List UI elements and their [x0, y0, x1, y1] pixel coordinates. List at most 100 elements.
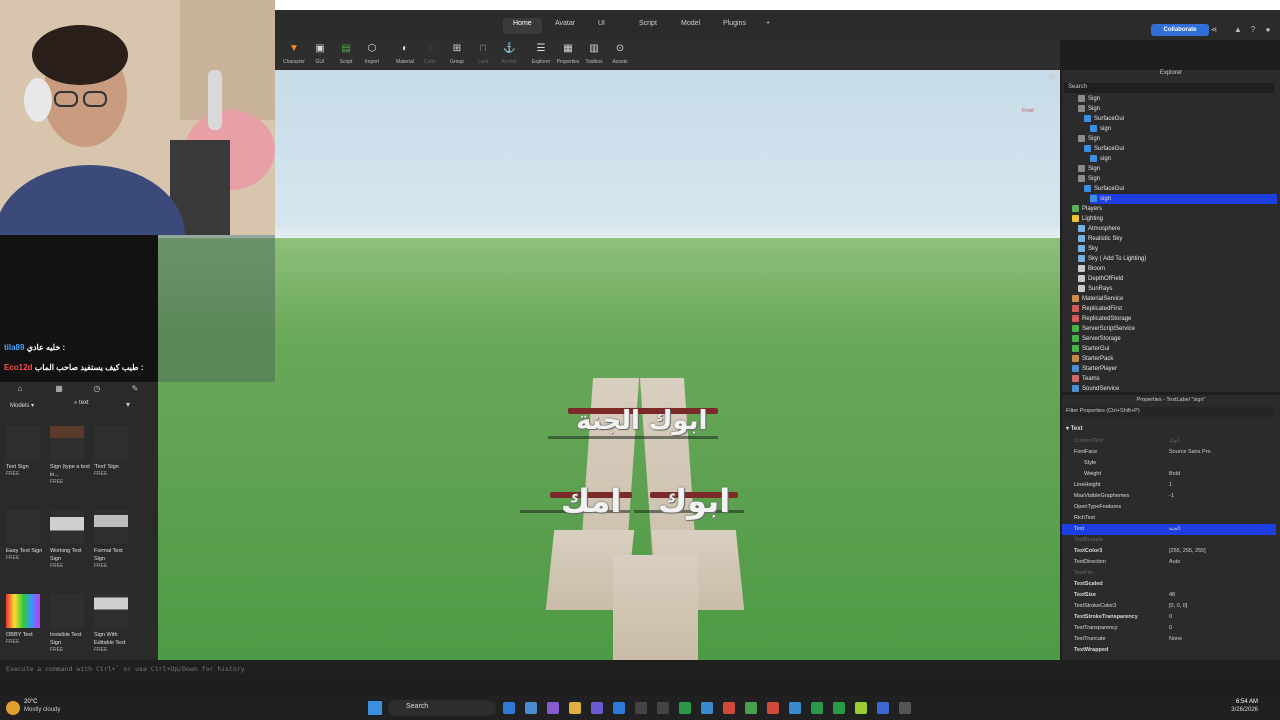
creations-icon[interactable]: ✎ — [129, 384, 141, 394]
property-row[interactable]: Weight Bold — [1062, 469, 1276, 480]
explorer-item[interactable]: sign — [1090, 124, 1277, 134]
explorer-item[interactable]: Lighting — [1072, 214, 1277, 224]
chrome-icon[interactable] — [723, 702, 735, 714]
collaborate-button[interactable]: Collaborate — [1151, 24, 1209, 36]
asset-item[interactable]: OBBY Text FREE — [6, 594, 46, 645]
asset-item[interactable]: Easy Text Sign FREE — [6, 510, 46, 561]
property-value[interactable]: 0 — [1169, 612, 1172, 623]
property-row[interactable]: TextWrapped — [1062, 645, 1276, 656]
color-button[interactable]: ◌ Color — [416, 43, 444, 65]
tab-add[interactable]: + — [756, 18, 780, 34]
script-button[interactable]: ▤ Script — [332, 43, 360, 65]
toolbox-button[interactable]: ▥ Toolbox — [580, 43, 608, 65]
sign-jannah[interactable]: الجنة — [568, 404, 648, 444]
explorer-item[interactable]: MaterialService — [1072, 294, 1277, 304]
explorer-item[interactable]: SurfaceGui — [1084, 144, 1277, 154]
app-icon[interactable] — [877, 702, 889, 714]
property-value[interactable]: -1 — [1169, 491, 1174, 502]
explorer-search-input[interactable]: Search — [1064, 83, 1274, 93]
tab-script[interactable]: Script — [629, 18, 667, 34]
3d-viewport[interactable]: ⚙ Front الجنة ابوك امك ابوك — [158, 70, 1060, 660]
recent-icon[interactable]: ◷ — [91, 384, 103, 394]
property-value[interactable]: ابوك — [1169, 436, 1179, 447]
explorer-item[interactable]: sign — [1090, 154, 1277, 164]
property-value[interactable]: None — [1169, 634, 1182, 645]
property-row[interactable]: RichText — [1062, 513, 1276, 524]
marketplace-icon[interactable]: ⌂ — [14, 384, 26, 394]
character-button[interactable]: ▼ Character — [280, 43, 308, 65]
clock-date[interactable]: 3/26/2026 — [1222, 707, 1258, 713]
asset-item[interactable]: Sign With Editable Text FREE — [94, 594, 134, 653]
asset-item[interactable]: Text Sign FREE — [6, 426, 46, 477]
explorer-item[interactable]: Bloom — [1078, 264, 1277, 274]
app-icon[interactable] — [811, 702, 823, 714]
property-row[interactable]: TextSize 48 — [1062, 590, 1276, 601]
taskbar-search[interactable]: Search — [388, 700, 496, 716]
app-icon[interactable] — [635, 702, 647, 714]
app-icon[interactable] — [767, 702, 779, 714]
app-icon[interactable] — [591, 702, 603, 714]
app-icon[interactable] — [547, 702, 559, 714]
material-button[interactable]: ◐ Material — [391, 43, 419, 65]
import-button[interactable]: ⬡ Import — [358, 43, 386, 65]
sign-abouk-top[interactable]: ابوك — [638, 404, 718, 444]
property-value[interactable]: 0 — [1169, 623, 1172, 634]
property-row[interactable]: TextColor3 [255, 255, 255] — [1062, 546, 1276, 557]
property-row[interactable]: MaxVisibleGraphemes -1 — [1062, 491, 1276, 502]
asset-item[interactable]: Working Text Sign FREE — [50, 510, 90, 569]
explorer-item[interactable]: ReplicatedStorage — [1072, 314, 1277, 324]
app-icon[interactable] — [613, 702, 625, 714]
app-icon[interactable] — [745, 702, 757, 714]
sign-ummak[interactable]: امك — [550, 480, 632, 520]
app-icon[interactable] — [833, 702, 845, 714]
explorer-item[interactable]: Sign — [1078, 164, 1277, 174]
explorer-item[interactable]: ServerStorage — [1072, 334, 1277, 344]
explorer-item[interactable]: Sky — [1078, 244, 1277, 254]
explorer-item[interactable]: StarterGui — [1072, 344, 1277, 354]
viewcube[interactable]: Front — [1010, 108, 1046, 136]
property-row[interactable]: TextStrokeColor3 [0, 0, 0] — [1062, 601, 1276, 612]
edge-icon[interactable] — [503, 702, 515, 714]
anchor-button[interactable]: ⚓ Anchor — [495, 43, 523, 65]
lock-button[interactable]: ⊓ Lock — [469, 43, 497, 65]
asset-item[interactable]: Sign (type a text in... FREE — [50, 426, 90, 485]
start-icon[interactable] — [368, 701, 382, 715]
app-icon[interactable] — [855, 702, 867, 714]
clock-time[interactable]: 6:54 AM — [1228, 699, 1258, 705]
explorer-item[interactable]: SunRays — [1078, 284, 1277, 294]
explorer-item[interactable]: DepthOfField — [1078, 274, 1277, 284]
tab-home[interactable]: Home — [503, 18, 542, 34]
tab-plugins[interactable]: Plugins — [713, 18, 756, 34]
gear-icon[interactable]: ⚙ — [1048, 72, 1058, 82]
property-value[interactable]: Bold — [1169, 469, 1180, 480]
properties-filter-input[interactable]: Filter Properties (Ctrl+Shift+P) — [1064, 407, 1274, 417]
asset-item[interactable]: Invisible Text Sign FREE — [50, 594, 90, 653]
property-row[interactable]: LineHeight 1 — [1062, 480, 1276, 491]
notification-bell-icon[interactable]: ▲ — [1233, 25, 1243, 35]
inventory-icon[interactable]: ▦ — [53, 384, 65, 394]
property-value[interactable]: الجنة — [1169, 524, 1180, 535]
property-row[interactable]: TextTransparency 0 — [1062, 623, 1276, 634]
property-section-text[interactable]: ▾ Text — [1066, 425, 1083, 432]
assets-button[interactable]: ⊙ Assets — [606, 43, 634, 65]
app-icon[interactable] — [657, 702, 669, 714]
property-row[interactable]: TextBounds — [1062, 535, 1276, 546]
property-value[interactable]: Source Sans Pro — [1169, 447, 1211, 458]
property-row[interactable]: TextStrokeTransparency 0 — [1062, 612, 1276, 623]
property-row[interactable]: TextTruncate None — [1062, 634, 1276, 645]
group-button[interactable]: ⊞ Group — [443, 43, 471, 65]
weather-icon[interactable] — [6, 701, 20, 715]
tab-model[interactable]: Model — [671, 18, 710, 34]
filter-icon[interactable]: ▾ — [126, 400, 130, 409]
explorer-item[interactable]: SoundService — [1072, 384, 1277, 394]
command-input[interactable]: Execute a command with Ctrl+` or use Ctr… — [6, 665, 406, 673]
avatar[interactable]: ● — [1263, 25, 1273, 35]
asset-item[interactable]: Formal Text Sign FREE — [94, 510, 134, 569]
property-value[interactable]: 1 — [1169, 480, 1172, 491]
folder-icon[interactable] — [569, 702, 581, 714]
property-row[interactable]: OpenTypeFeatures — [1062, 502, 1276, 513]
explorer-item[interactable]: SurfaceGui — [1084, 114, 1277, 124]
app-icon[interactable] — [789, 702, 801, 714]
properties-button[interactable]: ▦ Properties — [554, 43, 582, 65]
explorer-item[interactable]: Sign — [1078, 134, 1277, 144]
